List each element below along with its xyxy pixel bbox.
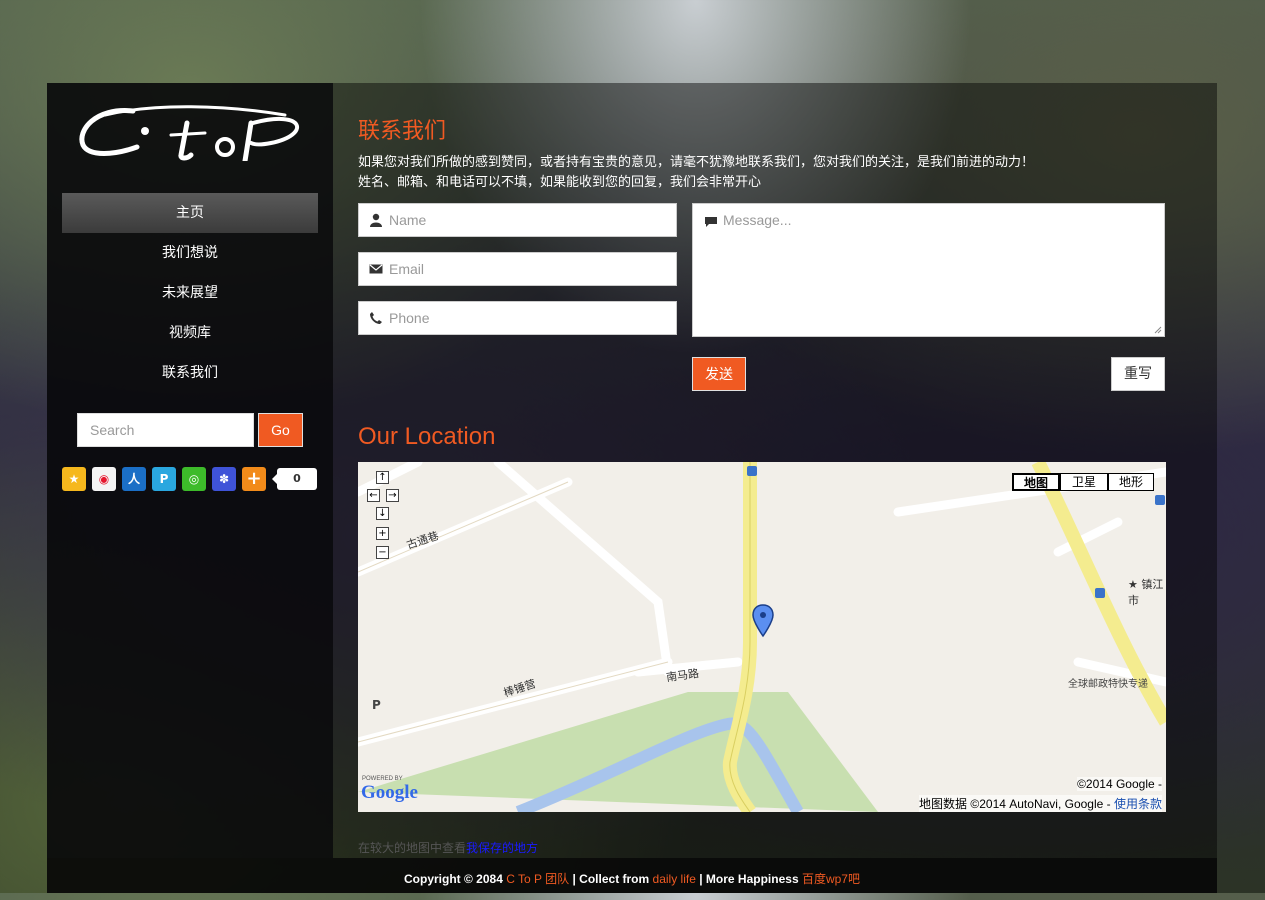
email-placeholder: Email: [389, 261, 425, 277]
nav-item-contact[interactable]: 联系我们: [62, 353, 318, 393]
map-type-satellite[interactable]: 卫星: [1060, 473, 1108, 491]
comment-icon: [705, 217, 717, 227]
pengyou-icon[interactable]: P: [152, 467, 176, 491]
renren-icon[interactable]: 人: [122, 467, 146, 491]
wechat-icon[interactable]: ◎: [182, 467, 206, 491]
saved-places-link[interactable]: 我保存的地方: [466, 841, 538, 855]
footer-collect-text: | Collect from: [572, 872, 650, 886]
site-logo[interactable]: [75, 101, 311, 164]
poi-label: 全球邮政特快专递: [1068, 679, 1148, 690]
view-larger-map: 在较大的地图中查看我保存的地方: [358, 839, 538, 856]
footer-more-text: | More Happiness: [699, 872, 799, 886]
map-pan-right-button[interactable]: →: [386, 489, 399, 502]
intro-line-1: 如果您对我们所做的感到赞同，或者持有宝贵的意见，请毫不犹豫地联系我们，您对我们的…: [358, 155, 1035, 170]
footer-daily-link[interactable]: daily life: [653, 872, 696, 886]
baidu-icon[interactable]: ✽: [212, 467, 236, 491]
page-container: 主页 我们想说 未来展望 视频库 联系我们 Search Go ★ ◉ 人 P …: [47, 83, 1217, 893]
weibo-icon[interactable]: ◉: [92, 467, 116, 491]
bus-stop-icon[interactable]: [747, 466, 757, 476]
reset-button[interactable]: 重写: [1111, 357, 1165, 391]
message-textarea[interactable]: Message...: [692, 203, 1165, 337]
name-placeholder: Name: [389, 212, 427, 228]
map-pan-down-button[interactable]: ↓: [376, 507, 389, 520]
more-share-icon[interactable]: +: [242, 467, 266, 491]
contact-intro: 如果您对我们所做的感到赞同，或者持有宝贵的意见，请毫不犹豫地联系我们，您对我们的…: [358, 153, 1034, 193]
intro-line-2: 姓名、邮箱、和电话可以不填，如果能收到您的回复，我们会非常开心: [358, 175, 762, 190]
map-terms-link[interactable]: 使用条款: [1114, 797, 1162, 811]
phone-icon: [370, 312, 382, 324]
map-data-attribution: 地图数据 ©2014 AutoNavi, Google - 使用条款: [919, 795, 1162, 812]
view-larger-text: 在较大的地图中查看: [358, 841, 467, 855]
nav-item-videos[interactable]: 视频库: [62, 313, 318, 353]
resize-handle-icon[interactable]: [1154, 326, 1162, 334]
user-icon: [370, 213, 382, 227]
message-placeholder: Message...: [723, 212, 792, 228]
bus-stop-icon[interactable]: [1155, 495, 1165, 505]
mail-icon: [369, 264, 383, 274]
nav-item-home[interactable]: 主页: [62, 193, 318, 233]
footer-baidu-link[interactable]: 百度wp7吧: [802, 872, 860, 886]
map-zoom-out-button[interactable]: −: [376, 546, 389, 559]
map-zoom-in-button[interactable]: +: [376, 527, 389, 540]
search-go-button[interactable]: Go: [258, 413, 303, 447]
map-data-text: 地图数据 ©2014 AutoNavi, Google -: [919, 797, 1111, 811]
phone-field[interactable]: Phone: [358, 301, 677, 335]
nav-item-about[interactable]: 我们想说: [62, 233, 318, 273]
map-marker-icon[interactable]: [752, 604, 774, 638]
parking-icon: P: [372, 698, 381, 712]
bus-stop-icon[interactable]: [1095, 588, 1105, 598]
phone-placeholder: Phone: [389, 310, 430, 326]
map-pan-left-button[interactable]: ←: [367, 489, 380, 502]
google-map[interactable]: ↑ ← → ↓ + − 地图 卫星 地形 古通巷 南马路 棒锤营 ★ 镇江市 全…: [358, 462, 1166, 812]
search-input[interactable]: Search: [77, 413, 254, 447]
name-field[interactable]: Name: [358, 203, 677, 237]
email-field[interactable]: Email: [358, 252, 677, 286]
location-title: Our Location: [358, 423, 496, 450]
map-pan-up-button[interactable]: ↑: [376, 471, 389, 484]
google-logo[interactable]: Google: [361, 782, 418, 804]
map-type-map[interactable]: 地图: [1012, 473, 1060, 491]
footer-copyright: Copyright © 2084: [404, 872, 503, 886]
poi-label: ★ 镇江市: [1128, 578, 1164, 607]
send-button[interactable]: 发送: [692, 357, 746, 391]
sidebar: 主页 我们想说 未来展望 视频库 联系我们 Search Go ★ ◉ 人 P …: [47, 83, 333, 858]
nav-item-future[interactable]: 未来展望: [62, 273, 318, 313]
main-nav: 主页 我们想说 未来展望 视频库 联系我们: [62, 193, 318, 393]
map-copyright: ©2014 Google -: [1077, 777, 1162, 791]
share-count: 0: [272, 468, 317, 490]
main-content: 联系我们 如果您对我们所做的感到赞同，或者持有宝贵的意见，请毫不犹豫地联系我们，…: [333, 83, 1217, 858]
footer: Copyright © 2084 C To P 团队 | Collect fro…: [47, 858, 1217, 893]
footer-team-link[interactable]: C To P 团队: [506, 872, 569, 886]
map-type-terrain[interactable]: 地形: [1108, 473, 1154, 491]
contact-title: 联系我们: [358, 119, 447, 144]
qzone-icon[interactable]: ★: [62, 467, 86, 491]
